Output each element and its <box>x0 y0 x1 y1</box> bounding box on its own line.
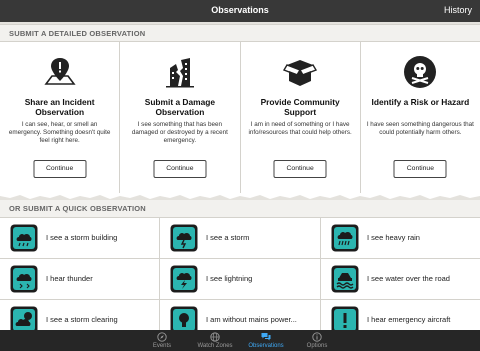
card-title: Share an Incident Observation <box>24 97 95 117</box>
continue-button-risk[interactable]: Continue <box>393 160 447 178</box>
rain-cloud-icon <box>331 224 359 252</box>
quick-observation-grid: I see a storm building I see a storm I s… <box>0 218 480 330</box>
quick-item-storm-clearing[interactable]: I see a storm clearing <box>0 300 159 330</box>
quick-item-water-over-road[interactable]: I see water over the road <box>321 259 480 299</box>
lightbulb-icon <box>170 306 198 330</box>
skull-crossbones-icon <box>404 56 437 88</box>
quick-item-storm-building[interactable]: I see a storm building <box>0 218 159 258</box>
quick-item-label: I see water over the road <box>367 274 450 283</box>
detailed-observation-heading: SUBMIT A DETAILED OBSERVATION <box>0 24 480 42</box>
continue-button-damage[interactable]: Continue <box>153 160 207 178</box>
continue-button-community[interactable]: Continue <box>273 160 327 178</box>
card-title: Identify a Risk or Hazard <box>371 97 470 107</box>
history-button[interactable]: History <box>444 0 472 22</box>
card-description: I see something that has been damaged or… <box>131 121 228 144</box>
quick-item-heavy-rain[interactable]: I see heavy rain <box>321 218 480 258</box>
quick-item-thunder[interactable]: I hear thunder <box>0 259 159 299</box>
info-icon <box>312 332 322 342</box>
compass-icon <box>157 332 167 342</box>
quick-item-storm[interactable]: I see a storm <box>160 218 320 258</box>
card-description: I can see, hear, or smell an emergency. … <box>8 121 111 144</box>
storm-cloud-icon <box>10 224 38 252</box>
quick-observation-heading: OR SUBMIT A QUICK OBSERVATION <box>0 200 480 218</box>
card-title: Submit a Damage Observation <box>144 97 216 117</box>
lightning-cloud-icon <box>170 265 198 293</box>
card-community-support[interactable]: Provide Community Support I am in need o… <box>240 42 360 194</box>
quick-item-label: I see a storm clearing <box>46 315 118 324</box>
tab-label: Options <box>306 343 328 349</box>
quick-item-label: I am without mains power... <box>206 315 297 324</box>
continue-button-incident[interactable]: Continue <box>33 160 87 178</box>
detailed-observation-cards: Share an Incident Observation I can see,… <box>0 42 480 194</box>
tab-events[interactable]: Events <box>132 330 192 351</box>
card-damage-observation[interactable]: Submit a Damage Observation I see someth… <box>120 42 240 194</box>
flood-road-icon <box>331 265 359 293</box>
thunder-cloud-icon <box>10 265 38 293</box>
tab-options[interactable]: Options <box>287 330 347 351</box>
quick-item-lightning[interactable]: I see lightning <box>160 259 320 299</box>
damaged-building-icon <box>165 58 194 88</box>
quick-item-label: I hear emergency aircraft <box>367 315 451 324</box>
card-title: Provide Community Support <box>260 97 340 117</box>
chat-bubbles-icon <box>261 333 271 341</box>
globe-icon <box>210 332 220 342</box>
top-navbar: Observations History <box>0 0 480 22</box>
card-risk-hazard[interactable]: Identify a Risk or Hazard I have seen so… <box>360 42 480 194</box>
card-description: I am in need of something or I have info… <box>248 121 352 136</box>
quick-item-label: I hear thunder <box>46 274 93 283</box>
quick-item-emergency-aircraft[interactable]: I hear emergency aircraft <box>321 300 480 330</box>
tab-label: Events <box>152 343 172 349</box>
quick-item-without-power[interactable]: I am without mains power... <box>160 300 320 330</box>
card-description: I have seen something dangerous that cou… <box>366 121 474 136</box>
bottom-tab-bar: Events Watch Zones Observations Options <box>0 330 480 351</box>
page-title: Observations <box>211 5 269 15</box>
quick-item-label: I see lightning <box>206 274 253 283</box>
open-box-icon <box>283 60 318 86</box>
storm-clearing-icon <box>10 306 38 330</box>
quick-item-label: I see a storm <box>206 233 250 242</box>
torn-paper-divider <box>0 193 480 199</box>
storm-cloud-icon <box>170 224 198 252</box>
map-pin-exclamation-icon <box>44 58 76 85</box>
card-incident-observation[interactable]: Share an Incident Observation I can see,… <box>0 42 120 194</box>
quick-item-label: I see a storm building <box>46 233 118 242</box>
exclamation-icon <box>331 306 359 330</box>
quick-item-label: I see heavy rain <box>367 233 420 242</box>
